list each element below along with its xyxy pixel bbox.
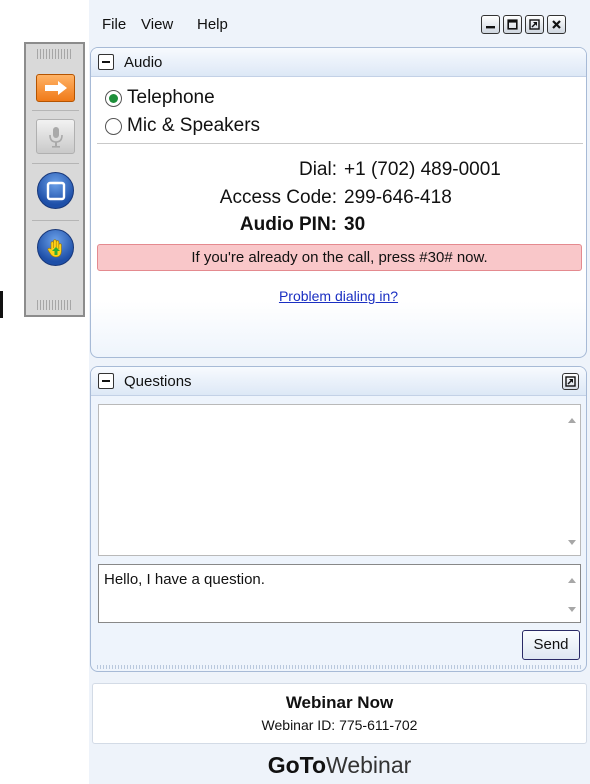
access-code-value: 299-646-418 xyxy=(344,187,452,208)
webinar-title: Webinar Now xyxy=(285,693,394,712)
raise-hand-button[interactable] xyxy=(36,229,75,268)
questions-log[interactable] xyxy=(98,404,581,556)
scroll-up-arrow-icon[interactable] xyxy=(568,418,576,423)
logo-webinar: Webinar xyxy=(326,752,412,778)
dial-label: Dial: xyxy=(298,159,337,180)
screen-view-button[interactable] xyxy=(36,172,75,211)
questions-title: Questions xyxy=(124,373,192,390)
minimize-icon xyxy=(486,26,495,29)
maximize-button[interactable] xyxy=(503,15,522,34)
collapse-questions-button[interactable] xyxy=(98,373,114,389)
resize-grip[interactable] xyxy=(97,665,582,669)
arrow-right-icon xyxy=(45,81,67,95)
question-input[interactable]: Hello, I have a question. xyxy=(98,564,581,623)
drag-grip-top[interactable] xyxy=(37,49,72,59)
strip-divider xyxy=(32,220,79,221)
maximize-icon xyxy=(507,19,518,30)
audio-pin-value: 30 xyxy=(344,214,366,235)
menu-file[interactable]: File xyxy=(102,16,126,33)
question-input-text: Hello, I have a question. xyxy=(104,571,265,588)
close-button[interactable] xyxy=(547,15,566,34)
raise-hand-icon xyxy=(47,239,62,258)
menu-view[interactable]: View xyxy=(141,16,173,33)
questions-section: Questions Hello, I have a question. Send xyxy=(90,366,587,672)
problem-dialing-link[interactable]: Problem dialing in? xyxy=(91,288,586,304)
audio-divider xyxy=(97,143,583,144)
access-code-label: Access Code: xyxy=(219,187,337,208)
scroll-down-arrow-icon[interactable] xyxy=(568,607,576,612)
questions-popout-button[interactable] xyxy=(562,373,579,390)
gotowebinar-logo: GoToWebinar xyxy=(89,747,590,784)
dial-number: +1 (702) 489-0001 xyxy=(344,159,501,180)
popout-icon xyxy=(565,376,576,387)
audio-header: Audio xyxy=(91,48,586,77)
collapse-audio-button[interactable] xyxy=(98,54,114,70)
webinar-id: Webinar ID: 775-611-702 xyxy=(261,717,418,733)
send-button[interactable]: Send xyxy=(522,630,580,660)
restore-icon xyxy=(529,19,540,30)
strip-divider xyxy=(32,110,79,111)
menu-bar: File View Help xyxy=(89,0,590,44)
questions-header: Questions xyxy=(91,367,586,396)
logo-goto: GoTo xyxy=(267,752,327,778)
question-input-scrollbar[interactable] xyxy=(563,565,580,622)
audio-title: Audio xyxy=(124,54,163,71)
drag-grip-bottom[interactable] xyxy=(37,300,72,310)
close-icon xyxy=(552,20,561,29)
popout-button[interactable] xyxy=(525,15,544,34)
scroll-down-arrow-icon[interactable] xyxy=(568,540,576,545)
edge-marker xyxy=(0,291,3,318)
mic-speakers-radio[interactable] xyxy=(105,118,122,135)
telephone-radio[interactable] xyxy=(105,90,122,107)
scroll-up-arrow-icon[interactable] xyxy=(568,578,576,583)
strip-divider xyxy=(32,163,79,164)
show-hide-panel-button[interactable] xyxy=(36,74,75,102)
audio-pin-label: Audio PIN: xyxy=(239,214,337,235)
mic-speakers-label: Mic & Speakers xyxy=(127,115,261,136)
gotowebinar-panel: File View Help Audio Telephone Mic & Spe… xyxy=(89,0,590,784)
microphone-icon xyxy=(49,127,63,148)
minimize-button[interactable] xyxy=(481,15,500,34)
control-panel-strip xyxy=(24,42,85,317)
audio-section: Audio Telephone Mic & Speakers Dial: +1 … xyxy=(90,47,587,358)
already-on-call-notice: If you're already on the call, press #30… xyxy=(97,244,582,271)
microphone-button[interactable] xyxy=(36,119,75,154)
menu-help[interactable]: Help xyxy=(197,16,228,33)
telephone-label: Telephone xyxy=(127,87,215,108)
webinar-info: Webinar Now Webinar ID: 775-611-702 xyxy=(92,683,587,744)
questions-log-scrollbar[interactable] xyxy=(563,405,580,555)
screen-icon xyxy=(46,181,66,201)
